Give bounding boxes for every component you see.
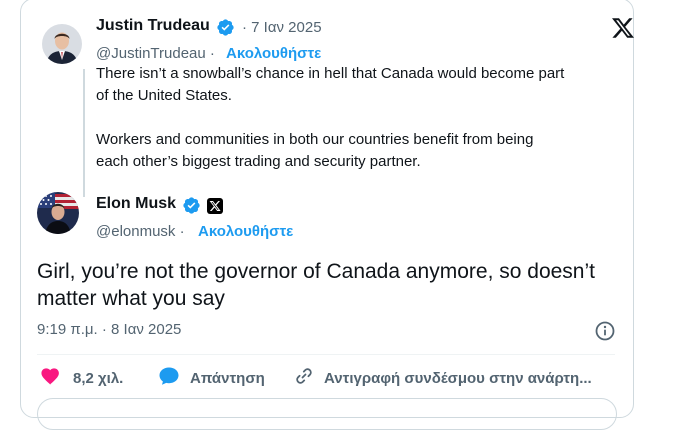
reply-label: Απάντηση (190, 369, 265, 387)
reply-button[interactable]: Απάντηση (158, 366, 265, 391)
tweet-embed-card: Justin Trudeau · 7 Ιαν 2025 @JustinTrude… (20, 0, 634, 418)
x-affiliate-badge-icon (207, 198, 223, 214)
follow-link-musk[interactable]: Ακολουθήστε (198, 223, 293, 240)
verified-badge-icon (216, 18, 235, 37)
quoted-tweet-text: There isn’t a snowball’s chance in hell … (96, 65, 565, 170)
thread-connector-line (83, 69, 85, 197)
info-icon[interactable] (594, 320, 616, 342)
avatar-elon-musk[interactable] (37, 192, 79, 234)
read-replies-button[interactable] (37, 398, 617, 430)
copy-link-label: Αντιγραφή συνδέσμου στην ανάρτη... (324, 369, 592, 387)
like-count: 8,2 χιλ. (73, 369, 124, 387)
avatar-justin-trudeau[interactable] (42, 24, 82, 64)
like-button[interactable]: 8,2 χιλ. (40, 368, 123, 388)
author-name[interactable]: Elon Musk (96, 195, 176, 213)
copy-link-button[interactable]: Αντιγραφή συνδέσμου στην ανάρτη... (294, 366, 592, 391)
follow-link-trudeau[interactable]: Ακολουθήστε (226, 45, 321, 62)
actions-divider (37, 354, 615, 355)
reply-tweet-text: Girl, you’re not the governor of Canada … (37, 260, 595, 310)
heart-icon (40, 366, 61, 390)
verified-badge-icon (182, 196, 201, 215)
author-name[interactable]: Justin Trudeau (96, 17, 210, 35)
quoted-tweet-date[interactable]: · 7 Ιαν 2025 (242, 19, 322, 36)
author-handle[interactable]: @JustinTrudeau · (96, 45, 215, 62)
author-handle[interactable]: @elonmusk · (96, 223, 185, 240)
x-logo-icon[interactable] (611, 16, 635, 40)
tweet-timestamp[interactable]: 9:19 π.μ. · 8 Ιαν 2025 (37, 321, 181, 338)
reply-bubble-icon (158, 366, 180, 391)
link-icon (294, 366, 314, 391)
